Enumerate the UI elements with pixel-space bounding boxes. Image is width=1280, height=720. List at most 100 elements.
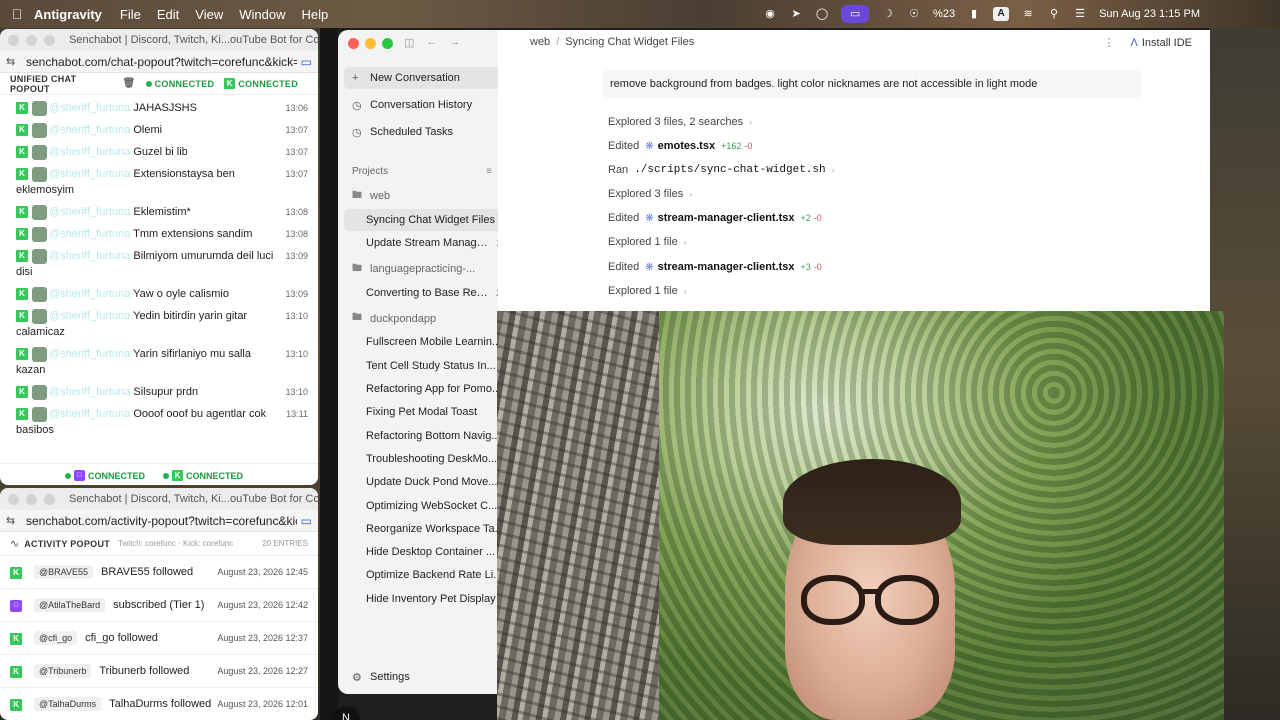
chat-username[interactable]: @sheriff_furtuna xyxy=(49,206,130,218)
apple-menu-icon[interactable]:  xyxy=(0,6,34,22)
chat-username[interactable]: @sheriff_furtuna xyxy=(49,386,130,398)
back-arrow-icon[interactable]: ← xyxy=(426,36,437,49)
activity-row[interactable]: K @TalhaDurms TalhaDurms followed August 23… xyxy=(0,688,318,720)
activity-list[interactable]: K @BRAVE55 BRAVE55 followed August 23, 2026… xyxy=(0,556,318,720)
project-folder[interactable]: 🖿 languagepracticing-... xyxy=(344,258,512,280)
conversation-item[interactable]: Optimizing WebSocket C... xyxy=(344,495,512,517)
zoom-button[interactable] xyxy=(44,34,55,46)
conversation-item[interactable]: Optimize Backend Rate Li... xyxy=(344,564,512,586)
user-status-icon[interactable]: ☉ xyxy=(907,7,921,21)
conversation-item[interactable]: Converting to Base React...2d xyxy=(344,282,512,304)
agent-step[interactable]: Explored 3 files › xyxy=(608,188,692,200)
project-folder[interactable]: 🖿 web xyxy=(344,185,512,207)
conversation-item[interactable]: Fullscreen Mobile Learnin... xyxy=(344,331,512,353)
clock[interactable]: Sun Aug 23 1:15 PM xyxy=(1099,8,1200,20)
site-settings-icon[interactable]: ⇆ xyxy=(6,514,20,527)
conversation-item[interactable]: Troubleshooting DeskMo... xyxy=(344,448,512,470)
menu-view[interactable]: View xyxy=(195,7,223,22)
conversation-item[interactable]: Fixing Pet Modal Toast xyxy=(344,401,512,423)
agent-step[interactable]: Explored 1 file › xyxy=(608,236,687,248)
screen-icon[interactable]: ▭ xyxy=(301,55,312,69)
activity-row[interactable]: K @BRAVE55 BRAVE55 followed August 23, 2026… xyxy=(0,556,318,589)
activity-row[interactable]: K @cfi_go cfi_go followed August 23, 2026 1… xyxy=(0,622,318,655)
agent-step[interactable]: Explored 3 files, 2 searches › xyxy=(608,116,752,128)
agent-step[interactable]: Ran ./scripts/sync-chat-widget.sh › xyxy=(608,164,835,176)
chat-username[interactable]: @sheriff_furtuna xyxy=(49,228,130,240)
battery-percent[interactable]: %23 xyxy=(933,8,955,20)
menu-window[interactable]: Window xyxy=(239,7,285,22)
chevron-right-icon[interactable]: › xyxy=(689,189,692,199)
chat-username[interactable]: @sheriff_furtuna xyxy=(49,288,130,300)
conversation-item[interactable]: Update Duck Pond Move... xyxy=(344,471,512,493)
new-conversation-button[interactable]: + New Conversation xyxy=(344,67,512,89)
activity-user[interactable]: @TalhaDurms xyxy=(34,697,102,711)
scheduled-tasks-button[interactable]: ◷ Scheduled Tasks xyxy=(344,121,512,143)
activity-row[interactable]: K @Tribunerb Tribunerb followed August 23, … xyxy=(0,655,318,688)
activity-row[interactable]: □ @AtilaTheBard subscribed (Tier 1) August … xyxy=(0,589,318,622)
menu-file[interactable]: File xyxy=(120,7,141,22)
activity-user[interactable]: @AtilaTheBard xyxy=(34,598,106,612)
minimize-button[interactable] xyxy=(26,34,37,46)
moon-icon[interactable]: ☽ xyxy=(881,7,895,21)
camera-status-icon[interactable]: ◉ xyxy=(763,7,777,21)
site-settings-icon[interactable]: ⇆ xyxy=(6,55,20,68)
chevron-right-icon[interactable]: › xyxy=(684,237,687,247)
screen-share-icon[interactable]: ▭ xyxy=(841,5,870,23)
step-file[interactable]: stream-manager-client.tsx xyxy=(658,261,795,273)
step-file[interactable]: emotes.tsx xyxy=(658,140,715,152)
url-bar[interactable]: ⇆ senchabot.com/activity-popout?twitch=c… xyxy=(0,510,318,532)
app-menu[interactable]: Antigravity xyxy=(34,7,102,22)
chevron-right-icon[interactable]: › xyxy=(749,117,752,127)
close-button[interactable] xyxy=(8,493,19,505)
chevron-right-icon[interactable]: › xyxy=(684,286,687,296)
activity-user[interactable]: @BRAVE55 xyxy=(34,565,93,579)
agent-step[interactable]: Explored 1 file › xyxy=(608,285,687,297)
window-title-bar[interactable]: Senchabot | Discord, Twitch, Ki...ouTube… xyxy=(0,488,318,510)
conversation-item[interactable]: Syncing Chat Widget Files↻ xyxy=(344,208,512,231)
settings-button[interactable]: ⚙ Settings xyxy=(344,666,512,688)
conversation-history-button[interactable]: ◷ Conversation History xyxy=(344,94,512,116)
step-file[interactable]: stream-manager-client.tsx xyxy=(658,212,795,224)
more-options-icon[interactable]: ⋮ xyxy=(1104,36,1115,49)
chat-username[interactable]: @sheriff_furtuna xyxy=(49,250,130,262)
menu-help[interactable]: Help xyxy=(301,7,328,22)
chat-username[interactable]: @sheriff_furtuna xyxy=(49,408,130,420)
wifi-icon[interactable]: ≋ xyxy=(1021,7,1035,21)
record-status-icon[interactable]: ◯ xyxy=(815,7,829,21)
url-bar[interactable]: ⇆ senchabot.com/chat-popout?twitch=coref… xyxy=(0,51,318,73)
conversation-item[interactable]: Update Stream Manager ...1h xyxy=(344,232,512,254)
menu-edit[interactable]: Edit xyxy=(157,7,179,22)
window-title-bar[interactable]: Senchabot | Discord, Twitch, Ki...ouTube… xyxy=(0,29,318,51)
conversation-item[interactable]: Hide Inventory Pet Display xyxy=(344,588,512,610)
chat-username[interactable]: @sheriff_furtuna xyxy=(49,146,130,158)
screen-icon[interactable]: ▭ xyxy=(301,514,312,528)
chat-message-list[interactable]: K @sheriff_furtuna JAHASJSHS 13:06 K @sherif… xyxy=(0,95,318,441)
forward-arrow-icon[interactable]: → xyxy=(449,36,460,49)
conversation-item[interactable]: Refactoring App for Pomo... xyxy=(344,378,512,400)
chat-username[interactable]: @sheriff_furtuna xyxy=(49,310,130,322)
project-folder[interactable]: 🖿 duckpondapp xyxy=(344,308,512,330)
conversation-item[interactable]: Tent Cell Study Status In... xyxy=(344,355,512,377)
conversation-item[interactable]: Refactoring Bottom Navig... xyxy=(344,425,512,447)
activity-user[interactable]: @Tribunerb xyxy=(34,664,92,678)
battery-icon[interactable]: ▮ xyxy=(967,7,981,21)
trash-icon[interactable]: 🗑 xyxy=(123,78,136,89)
close-button[interactable] xyxy=(8,34,19,46)
url-text[interactable]: senchabot.com/chat-popout?twitch=corefun… xyxy=(26,55,297,69)
agent-step[interactable]: Edited ❋ stream-manager-client.tsx +2 -0 xyxy=(608,212,822,224)
chat-username[interactable]: @sheriff_furtuna xyxy=(49,168,130,180)
chat-username[interactable]: @sheriff_furtuna xyxy=(49,102,130,114)
control-center-icon[interactable]: ☰ xyxy=(1073,7,1087,21)
agent-step[interactable]: Edited ❋ emotes.tsx +162 -0 xyxy=(608,140,752,152)
webcam-overlay[interactable] xyxy=(497,311,1224,720)
chat-username[interactable]: @sheriff_furtuna xyxy=(49,124,130,136)
conversation-item[interactable]: Reorganize Workspace Ta... xyxy=(344,518,512,540)
search-icon[interactable]: ⚲ xyxy=(1047,7,1061,21)
close-button[interactable] xyxy=(348,38,359,49)
zoom-button[interactable] xyxy=(382,38,393,49)
filter-icon[interactable]: ≡ xyxy=(486,166,492,177)
conversation-item[interactable]: Hide Desktop Container ... xyxy=(344,541,512,563)
breadcrumb-project[interactable]: web xyxy=(530,36,550,48)
install-ide-button[interactable]: Λ Install IDE xyxy=(1131,37,1193,49)
sidebar-toggle-icon[interactable]: ◫ xyxy=(404,36,414,49)
